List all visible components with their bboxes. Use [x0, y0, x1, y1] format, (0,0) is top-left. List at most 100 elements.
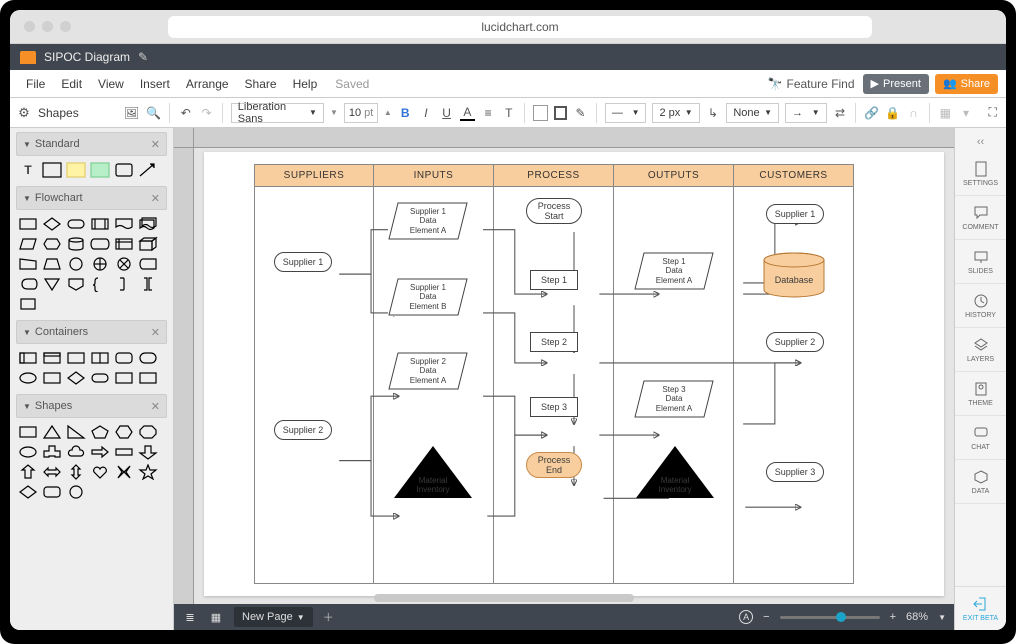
grid-icon[interactable]: ▦: [208, 609, 224, 625]
directdata-shape[interactable]: [90, 236, 110, 252]
predef-shape[interactable]: [90, 216, 110, 232]
line-start-select[interactable]: None▼: [726, 103, 779, 123]
container8[interactable]: [42, 370, 62, 386]
image-icon[interactable]: 🖼: [123, 105, 139, 121]
lock-icon[interactable]: 🔒: [885, 105, 900, 121]
sticky-shape[interactable]: [90, 162, 110, 178]
feature-find[interactable]: 🔭 Feature Find: [768, 77, 855, 91]
rail-chat[interactable]: CHAT: [955, 416, 1006, 460]
udarrow-shape[interactable]: [66, 464, 86, 480]
section-shapes[interactable]: ▼ Shapes ✕: [16, 394, 167, 418]
rail-slides[interactable]: SLIDES: [955, 240, 1006, 284]
bold-icon[interactable]: B: [398, 105, 413, 121]
document-shape[interactable]: [114, 216, 134, 232]
node-step3[interactable]: Step 3: [530, 397, 578, 417]
container11[interactable]: [114, 370, 134, 386]
pentagon-shape[interactable]: [90, 424, 110, 440]
uarrow-shape[interactable]: [18, 464, 38, 480]
node-in3[interactable]: Supplier 2DataElement A: [388, 352, 468, 390]
node-material-inv1[interactable]: MaterialInventory: [390, 444, 476, 500]
card-shape[interactable]: [18, 296, 38, 312]
fill-color[interactable]: [533, 105, 548, 121]
redo-icon[interactable]: ↷: [199, 105, 214, 121]
target-icon[interactable]: A: [739, 610, 753, 624]
multidoc-shape[interactable]: [138, 216, 158, 232]
close-dot[interactable]: [24, 21, 35, 32]
search-icon[interactable]: 🔍: [145, 105, 161, 121]
font-size-up[interactable]: ▲: [384, 108, 392, 117]
or-shape[interactable]: [114, 256, 134, 272]
node-out3[interactable]: Step 3DataElement A: [634, 380, 714, 418]
rtriangle-shape[interactable]: [66, 424, 86, 440]
new-page-button[interactable]: New Page ▼: [234, 607, 313, 627]
node-step1[interactable]: Step 1: [530, 270, 578, 290]
rail-layers[interactable]: LAYERS: [955, 328, 1006, 372]
font-size-input[interactable]: 10 pt: [344, 103, 378, 123]
menu-share[interactable]: Share: [237, 77, 285, 91]
node-database[interactable]: Database: [760, 252, 828, 302]
bracket-shape[interactable]: [138, 276, 158, 292]
cube-shape[interactable]: [138, 236, 158, 252]
hex-shape[interactable]: [42, 236, 62, 252]
database-shape[interactable]: [66, 236, 86, 252]
share-button[interactable]: 👥 Share: [935, 74, 998, 94]
internal-shape[interactable]: [114, 236, 134, 252]
circle2-shape[interactable]: [66, 484, 86, 500]
hotspot-shape[interactable]: [114, 162, 134, 178]
close-icon[interactable]: ✕: [151, 138, 160, 151]
sumjunction-shape[interactable]: [90, 256, 110, 272]
offpage-shape[interactable]: [66, 276, 86, 292]
gear-icon[interactable]: ⚙: [16, 105, 32, 121]
menu-edit[interactable]: Edit: [53, 77, 90, 91]
close-icon[interactable]: ✕: [151, 326, 160, 339]
rail-data[interactable]: DATA: [955, 460, 1006, 504]
menu-insert[interactable]: Insert: [132, 77, 178, 91]
undo-icon[interactable]: ↶: [178, 105, 193, 121]
arrowr-shape[interactable]: [90, 444, 110, 460]
arrowd-shape[interactable]: [114, 444, 134, 460]
magnet-icon[interactable]: ∩: [906, 105, 921, 121]
node-cust3[interactable]: Supplier 3: [766, 462, 824, 482]
text-shape[interactable]: T: [18, 162, 38, 178]
node-supplier2[interactable]: Supplier 2: [274, 420, 332, 440]
text-color-icon[interactable]: A: [460, 105, 475, 121]
data-shape[interactable]: [18, 236, 38, 252]
container4[interactable]: [90, 350, 110, 366]
present-button[interactable]: ▶ Present: [863, 74, 929, 94]
note-shape[interactable]: [66, 162, 86, 178]
italic-icon[interactable]: I: [419, 105, 434, 121]
menu-file[interactable]: File: [18, 77, 53, 91]
close-icon[interactable]: ✕: [151, 400, 160, 413]
merge-shape[interactable]: [42, 276, 62, 292]
font-select[interactable]: Liberation Sans ▼: [231, 103, 324, 123]
folder-icon[interactable]: [20, 51, 36, 64]
node-cust1[interactable]: Supplier 1: [766, 204, 824, 224]
rename-icon[interactable]: ✎: [138, 50, 148, 64]
menu-arrange[interactable]: Arrange: [178, 77, 237, 91]
url-bar[interactable]: lucidchart.com: [168, 16, 872, 38]
rail-history[interactable]: HISTORY: [955, 284, 1006, 328]
canvas[interactable]: SUPPLIERS INPUTS PROCESS OUTPUTS CUSTOME…: [174, 128, 954, 604]
line-width-select[interactable]: 2 px▼: [652, 103, 699, 123]
close-icon[interactable]: ✕: [151, 192, 160, 205]
decision-shape[interactable]: [42, 216, 62, 232]
align-icon[interactable]: ≡: [481, 105, 496, 121]
zoom-value[interactable]: 68%: [906, 611, 928, 623]
container10[interactable]: [90, 370, 110, 386]
display-shape[interactable]: [18, 276, 38, 292]
line-color-icon[interactable]: ✎: [573, 105, 588, 121]
triangle-shape[interactable]: [42, 424, 62, 440]
rect-shape[interactable]: [18, 424, 38, 440]
zoom-slider[interactable]: [780, 616, 880, 619]
zoom-in-icon[interactable]: +: [890, 611, 896, 623]
node-material-inv2[interactable]: MaterialInventory: [632, 444, 718, 500]
link-icon[interactable]: 🔗: [864, 105, 879, 121]
text-format-icon[interactable]: T: [501, 105, 516, 121]
node-step2[interactable]: Step 2: [530, 332, 578, 352]
container6[interactable]: [138, 350, 158, 366]
octagon-shape[interactable]: [138, 424, 158, 440]
page[interactable]: SUPPLIERS INPUTS PROCESS OUTPUTS CUSTOME…: [204, 152, 944, 596]
collapse-icon[interactable]: ‹‹: [955, 132, 1006, 152]
font-size-down[interactable]: ▼: [330, 108, 338, 117]
terminator-shape[interactable]: [66, 216, 86, 232]
